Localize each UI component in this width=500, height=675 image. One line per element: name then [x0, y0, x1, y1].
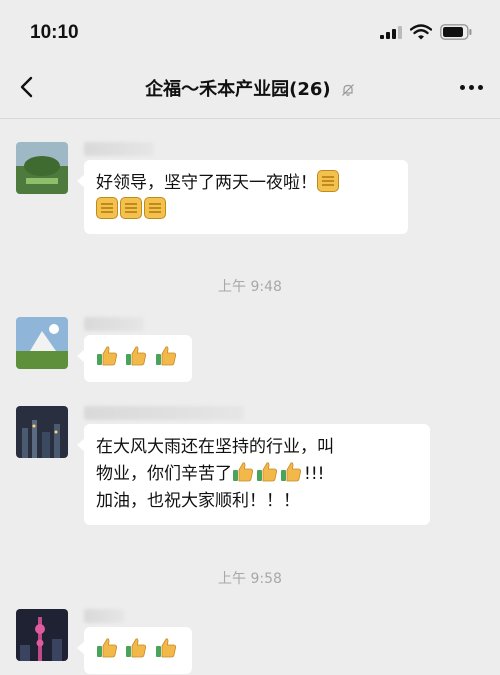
- more-dot-icon: [459, 84, 465, 90]
- more-options-button[interactable]: [454, 72, 488, 102]
- group-title-container[interactable]: 企福～禾本产业园(26): [0, 75, 500, 101]
- nickname-blurred: [84, 142, 154, 156]
- message-text-line-3: 加油，也祝大家顺利！！！: [96, 491, 300, 511]
- avatar[interactable]: [16, 609, 68, 661]
- mute-bell-icon: [341, 84, 354, 96]
- nickname-blurred: [84, 609, 124, 623]
- battery-icon: [440, 24, 472, 40]
- chat-message-area[interactable]: 好领导，坚守了两天一夜啦！ 上午 9:48 在大风大雨还在坚持的行业，叫 物业，…: [0, 119, 500, 675]
- avatar[interactable]: [16, 317, 68, 369]
- avatar[interactable]: [16, 142, 68, 194]
- message-bubble[interactable]: [77, 627, 192, 674]
- message-text: 好领导，坚守了两天一夜啦！: [96, 173, 317, 193]
- thumbs-up-emoji-icon: [97, 346, 117, 366]
- thumbs-up-emoji-icon: [155, 346, 176, 366]
- thumbs-up-emoji-icon: [281, 462, 301, 482]
- nickname-blurred: [84, 406, 244, 420]
- message-bubble[interactable]: 在大风大雨还在坚持的行业，叫 物业，你们辛苦了!!! 加油，也祝大家顺利！！！: [77, 424, 430, 525]
- status-bar: 10:10: [0, 0, 500, 58]
- more-dot-icon: [477, 84, 483, 90]
- thumbs-up-emoji-icon: [126, 638, 147, 658]
- message-bubble[interactable]: [77, 335, 192, 382]
- fist-emoji-icon: [144, 197, 166, 219]
- fist-emoji-icon: [96, 197, 118, 219]
- system-icons: [380, 24, 472, 40]
- timestamp: 上午 9:48: [218, 279, 282, 295]
- fist-emoji-icon: [120, 197, 142, 219]
- chat-header: 企福～禾本产业园(26): [0, 58, 500, 119]
- thumbs-up-emoji-icon: [97, 638, 117, 658]
- signal-icon: [380, 26, 402, 39]
- more-dot-icon: [468, 84, 474, 90]
- timestamp: 上午 9:58: [218, 571, 282, 587]
- status-time: 10:10: [30, 22, 79, 43]
- message-text-line-1: 在大风大雨还在坚持的行业，叫: [96, 437, 334, 457]
- wifi-icon: [410, 24, 432, 40]
- thumbs-up-emoji-icon: [126, 346, 147, 366]
- thumbs-up-emoji-icon: [257, 462, 277, 482]
- avatar[interactable]: [16, 406, 68, 458]
- thumbs-up-emoji-icon: [233, 462, 253, 482]
- message-text-exclaim: !!!: [304, 464, 325, 484]
- thumbs-up-emoji-icon: [155, 638, 176, 658]
- message-text-line-2: 物业，你们辛苦了: [96, 464, 232, 484]
- group-title: 企福～禾本产业园(26): [145, 79, 331, 100]
- nickname-blurred: [84, 317, 144, 331]
- message-bubble[interactable]: 好领导，坚守了两天一夜啦！: [77, 160, 408, 234]
- fist-emoji-icon: [317, 170, 339, 192]
